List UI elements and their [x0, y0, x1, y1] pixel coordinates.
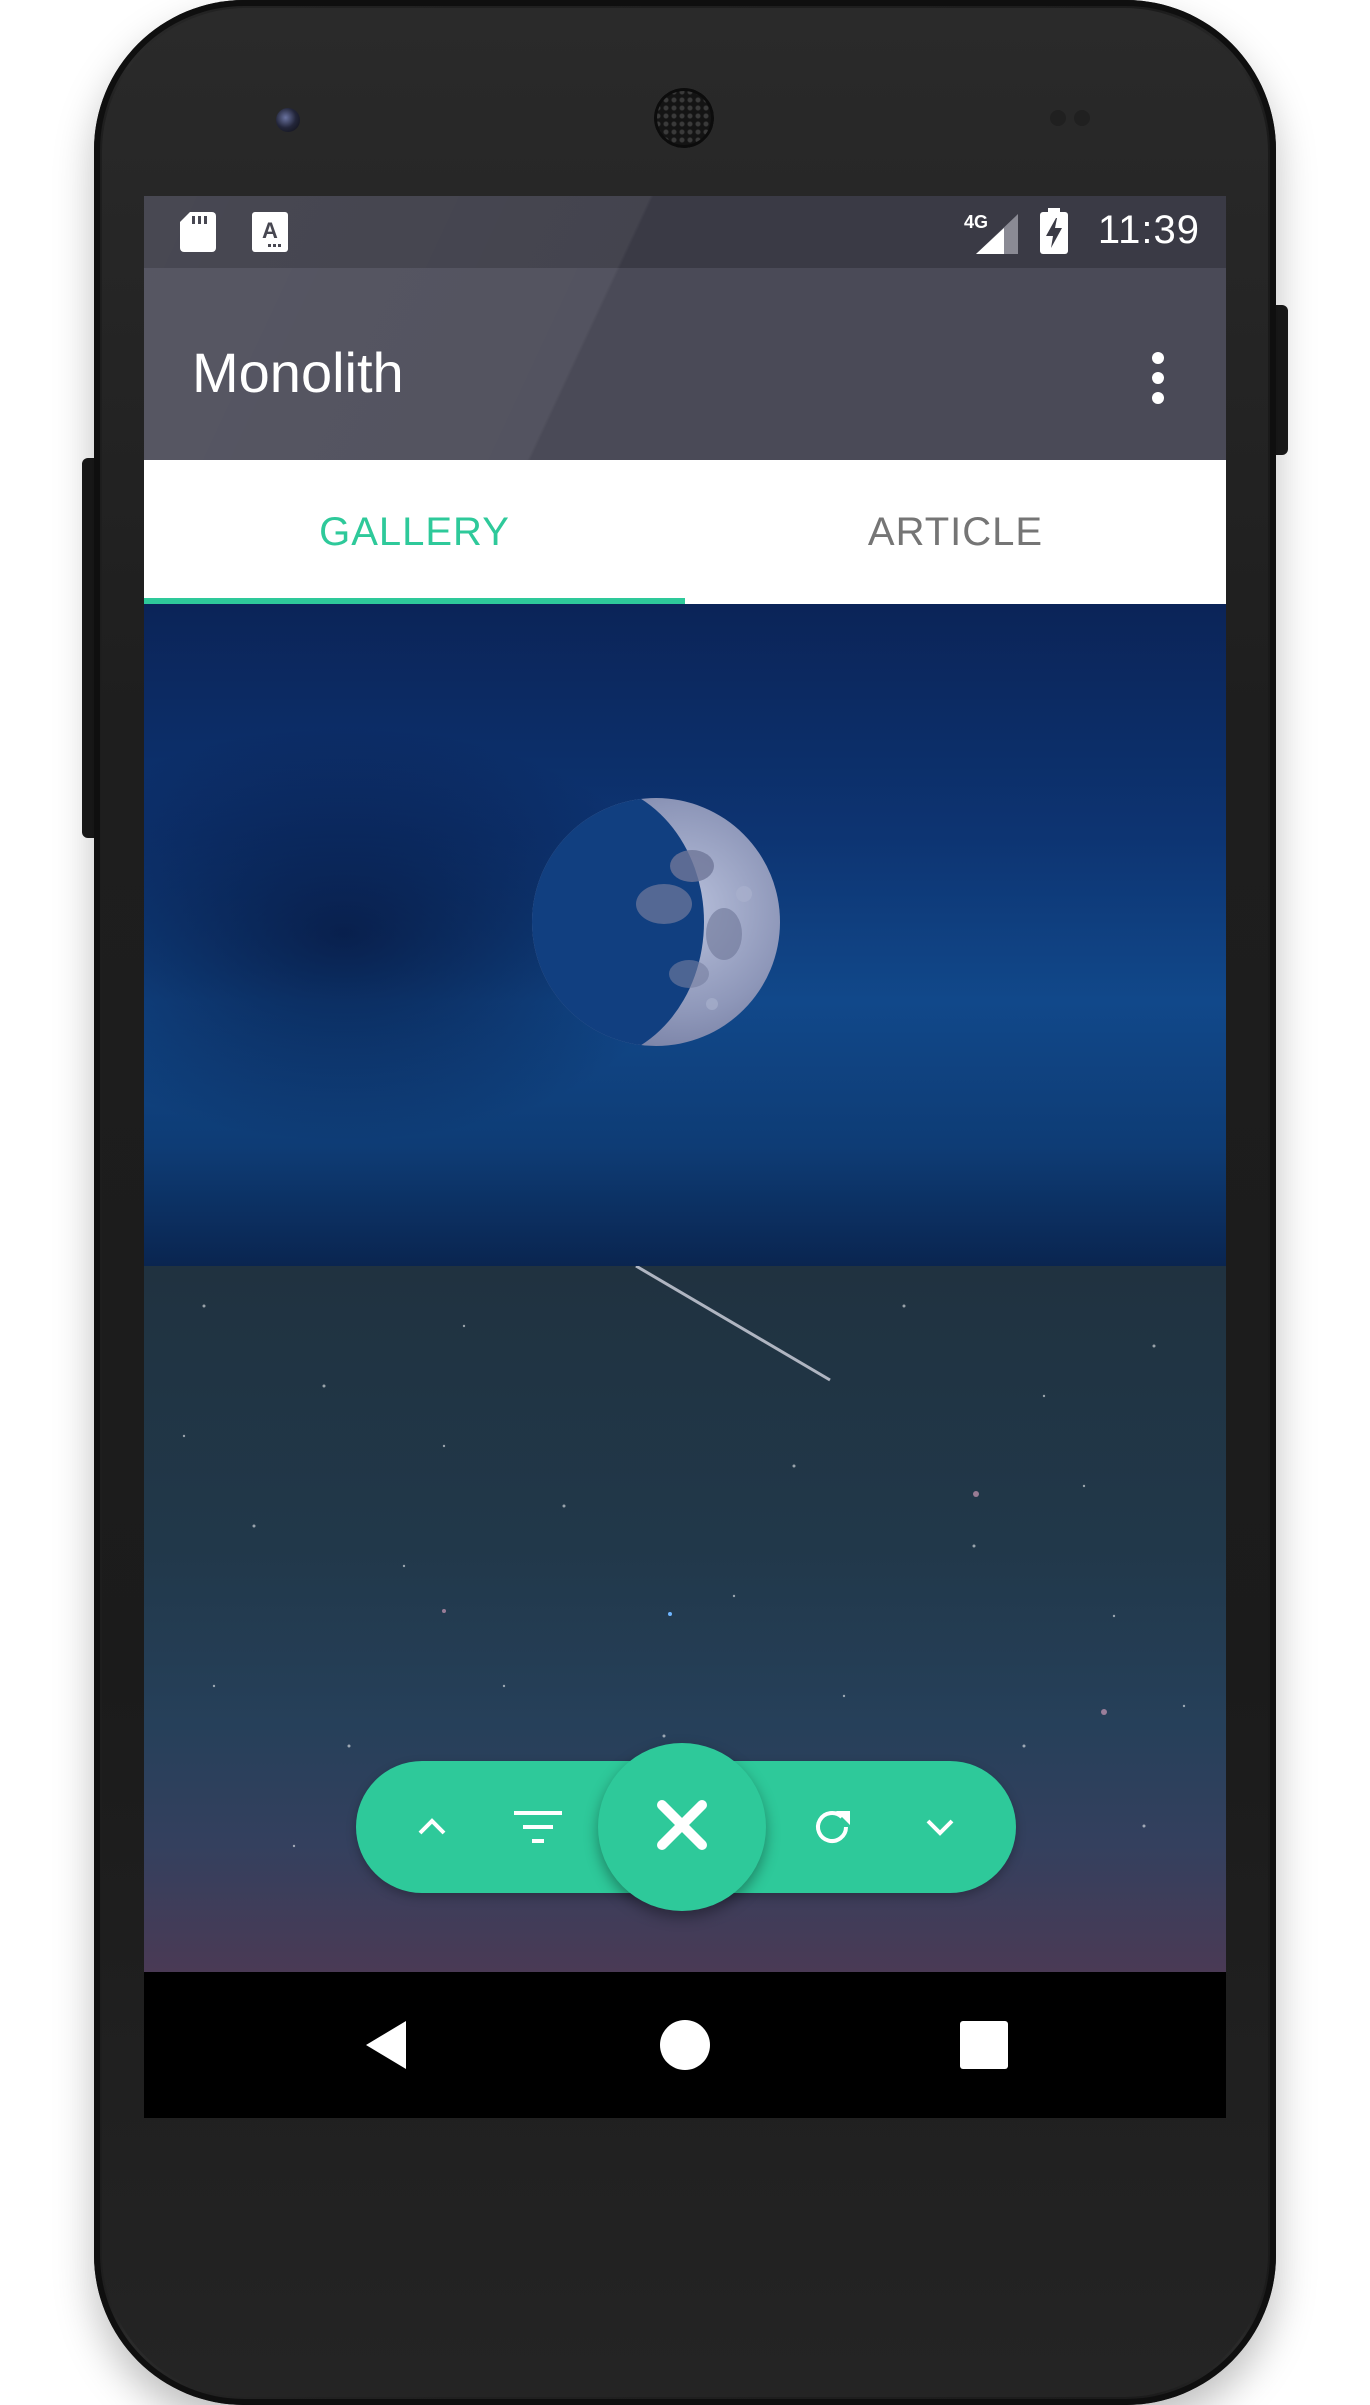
status-bar: A 4G 11:39 [144, 196, 1226, 268]
tab-article-label: ARTICLE [867, 509, 1044, 554]
tab-article[interactable]: ARTICLE [685, 460, 1226, 604]
front-camera-icon [276, 108, 300, 132]
navigation-bar [144, 1972, 1226, 2118]
chevron-down-icon[interactable] [910, 1797, 970, 1857]
more-vert-icon[interactable] [1138, 348, 1178, 408]
signal-icon: 4G [964, 210, 1020, 261]
close-icon [654, 1797, 710, 1858]
battery-charging-icon [1040, 208, 1068, 259]
proximity-sensors [1050, 110, 1110, 126]
moon-illustration [532, 798, 780, 1046]
network-type-label: 4G [964, 212, 988, 232]
back-icon[interactable] [360, 2017, 416, 2073]
app-notification-icon: A [252, 212, 288, 257]
recents-icon[interactable] [956, 2017, 1012, 2073]
tab-gallery-label: GALLERY [319, 509, 510, 554]
close-button[interactable] [598, 1743, 766, 1911]
moon-photo[interactable] [144, 604, 1226, 1266]
refresh-icon[interactable] [802, 1797, 862, 1857]
tab-bar: GALLERY ARTICLE [144, 460, 1226, 604]
sd-card-icon [180, 212, 216, 257]
status-time: 11:39 [1097, 208, 1200, 252]
chevron-up-icon[interactable] [402, 1797, 462, 1857]
tab-gallery[interactable]: GALLERY [144, 460, 685, 604]
device-screen: A 4G 11:39 Monolith GALLERY ARTICLE [144, 196, 1226, 2118]
filter-icon[interactable] [508, 1797, 568, 1857]
earpiece-speaker-icon [654, 88, 714, 148]
device-power-button [1274, 305, 1288, 455]
app-bar: Monolith [144, 268, 1226, 460]
app-title: Monolith [192, 341, 404, 404]
svg-text:A: A [262, 218, 278, 243]
home-icon[interactable] [657, 2017, 713, 2073]
